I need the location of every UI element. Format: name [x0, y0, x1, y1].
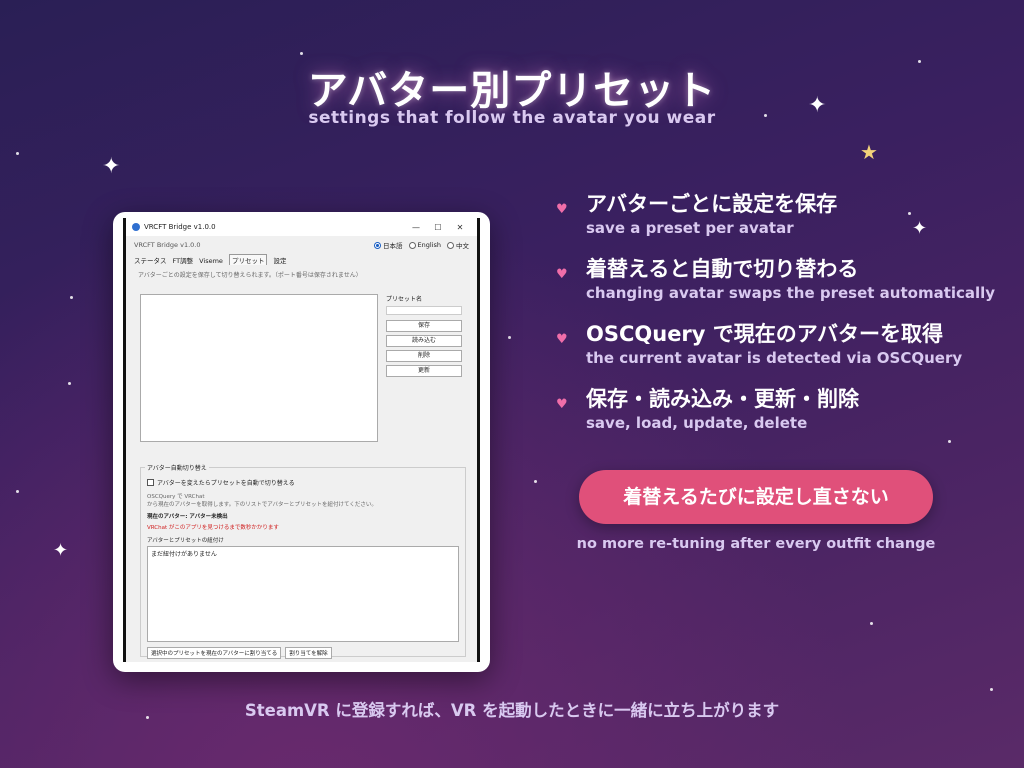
language-radio[interactable]: English	[408, 241, 441, 249]
feature-subtitle: the current avatar is detected via OSCQu…	[586, 349, 963, 367]
preset-name-label: プリセット名	[386, 296, 423, 303]
assign-empty-text: まだ紐付けがありません	[151, 551, 217, 558]
heart-icon: ♥	[556, 332, 568, 347]
current-avatar-status: 現在のアバター: アバター未検出	[147, 514, 228, 520]
tab-ft-adjust[interactable]: FT調整	[173, 255, 194, 265]
star-dot	[870, 622, 873, 625]
heart-icon: ♥	[556, 397, 568, 412]
star-dot	[68, 382, 71, 385]
feature-subtitle: changing avatar swaps the preset automat…	[586, 284, 996, 302]
group-title: アバター自動切り替え	[145, 463, 209, 472]
assign-buttons: 選択中のプリセットを現在のアバターに割り当てる 割り当てを解除	[141, 642, 465, 664]
minimize-icon[interactable]: —	[405, 223, 427, 232]
cta-subtitle: no more re-tuning after every outfit cha…	[576, 536, 936, 552]
star-dot	[70, 296, 73, 299]
maximize-icon[interactable]: ☐	[427, 223, 449, 232]
load-button[interactable]: 読み込む	[386, 335, 462, 347]
heart-icon: ♥	[556, 202, 568, 217]
heart-icon: ♥	[556, 267, 568, 282]
feature-item: ♥ アバターごとに設定を保存 save a preset per avatar	[556, 190, 996, 238]
preset-list[interactable]	[140, 294, 378, 442]
cta-badge: 着替えるたびに設定し直さない	[579, 470, 933, 524]
assign-label: アバターとプリセットの紐付け	[147, 538, 224, 544]
auto-switch-group: アバター自動切り替え アバターを変えたらプリセットを自動で切り替える OSCQu…	[140, 463, 466, 659]
footer-text: SteamVR に登録すれば、VR を起動したときに一緒に立ち上がります	[244, 701, 780, 720]
star-icon: ★	[860, 140, 878, 164]
feature-subtitle: save a preset per avatar	[586, 219, 794, 237]
feature-title: アバターごとに設定を保存	[586, 192, 838, 216]
feature-item: ♥ OSCQuery で現在のアバターを取得 the current avata…	[556, 320, 996, 368]
app-header: VRCFT Bridge v1.0.0 日本語 English 中文	[126, 236, 477, 254]
assign-button[interactable]: 選択中のプリセットを現在のアバターに割り当てる	[147, 647, 282, 659]
star-dot	[990, 688, 993, 691]
feature-title: 着替えると自動で切り替わる	[586, 257, 859, 281]
language-radio[interactable]: 日本語	[374, 240, 403, 250]
tab-viseme[interactable]: Viseme	[199, 257, 223, 265]
feature-subtitle: save, load, update, delete	[586, 414, 808, 432]
assignment-list[interactable]: まだ紐付けがありません	[147, 546, 459, 642]
app-screenshot: VRCFT Bridge v1.0.0 — ☐ ✕ VRCFT Bridge v…	[113, 212, 490, 672]
window-title: VRCFT Bridge v1.0.0	[144, 223, 216, 231]
tab-description: アバターごとの設定を保存して切り替えられます。（ポート番号は保存されません）	[138, 272, 362, 279]
page-subtitle: settings that follow the avatar you wear	[308, 108, 716, 128]
osc-info: OSCQuery で VRChat から現在のアバターを取得します。下のリストでア…	[147, 494, 377, 508]
star-dot	[534, 480, 537, 483]
star-dot	[16, 152, 19, 155]
preset-controls: プリセット名 保存 読み込む 削除 更新	[386, 294, 462, 380]
feature-title: OSCQuery で現在のアバターを取得	[586, 322, 943, 346]
star-dot	[300, 52, 303, 55]
language-radio[interactable]: 中文	[447, 240, 469, 250]
warning-text: VRChat がこのアプリを見つけるまで数秒かかります	[147, 525, 279, 531]
feature-title: 保存・読み込み・更新・削除	[586, 387, 859, 411]
feature-item: ♥ 保存・読み込み・更新・削除 save, load, update, dele…	[556, 385, 996, 433]
sparkle-icon: ✦	[53, 540, 69, 561]
app-name: VRCFT Bridge v1.0.0	[134, 241, 201, 249]
window-titlebar: VRCFT Bridge v1.0.0 — ☐ ✕	[126, 218, 477, 236]
feature-list: ♥ アバターごとに設定を保存 save a preset per avatar …	[556, 190, 996, 450]
unassign-button[interactable]: 割り当てを解除	[285, 647, 332, 659]
tab-preset[interactable]: プリセット	[228, 254, 268, 265]
close-icon[interactable]: ✕	[449, 223, 471, 232]
delete-button[interactable]: 削除	[386, 350, 462, 362]
app-icon	[132, 223, 140, 231]
tab-bar: ステータス FT調整 Viseme プリセット 設定	[126, 254, 477, 265]
preset-name-input[interactable]	[386, 306, 462, 315]
save-button[interactable]: 保存	[386, 320, 462, 332]
tab-settings[interactable]: 設定	[273, 255, 286, 265]
feature-item: ♥ 着替えると自動で切り替わる changing avatar swaps th…	[556, 255, 996, 303]
sparkle-icon: ✦	[102, 154, 121, 179]
app-window: VRCFT Bridge v1.0.0 — ☐ ✕ VRCFT Bridge v…	[123, 218, 480, 662]
star-dot	[508, 336, 511, 339]
tab-status[interactable]: ステータス	[134, 255, 167, 265]
star-dot	[16, 490, 19, 493]
update-button[interactable]: 更新	[386, 365, 462, 377]
